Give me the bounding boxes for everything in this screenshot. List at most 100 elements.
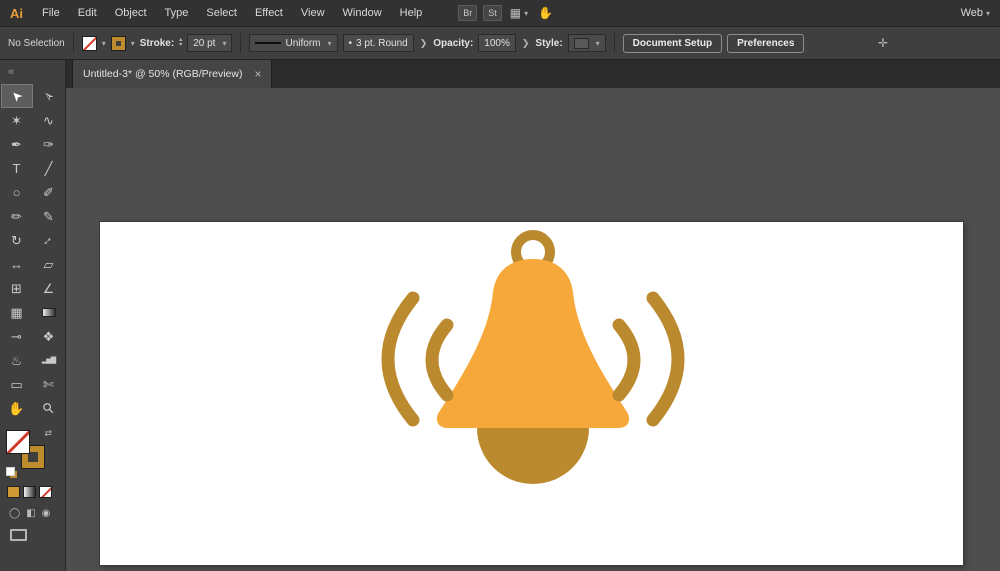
selection-tool-icon: ➤ <box>7 86 26 106</box>
canvas-pasteboard[interactable] <box>66 88 1000 571</box>
opacity-input[interactable]: 100% <box>478 34 516 52</box>
draw-behind-icon[interactable]: ◧ <box>26 508 35 519</box>
swap-fill-stroke-icon[interactable]: ⇄ <box>44 428 52 439</box>
fill-color-swatch[interactable] <box>6 430 30 454</box>
scale-tool[interactable]: ↕ <box>33 228 65 252</box>
gradient-tool[interactable] <box>33 300 65 324</box>
width-profile-dropdown[interactable]: Uniform ▾ <box>249 34 338 52</box>
symbol-sprayer-tool[interactable]: ♨ <box>1 348 33 372</box>
line-segment-tool-icon: ╱ <box>44 160 53 176</box>
menu-help[interactable]: Help <box>391 7 432 19</box>
illustrator-window: Ai File Edit Object Type Select Effect View Win… <box>0 0 1000 571</box>
bell-clapper-shape[interactable] <box>477 428 589 484</box>
mesh-tool[interactable]: ▦ <box>1 300 33 324</box>
ellipse-tool-icon: ○ <box>12 184 21 200</box>
opacity-chevron-icon[interactable]: ❯ <box>522 38 530 49</box>
width-tool[interactable]: ↔ <box>1 252 33 276</box>
pencil-tool[interactable]: ✏ <box>1 204 33 228</box>
menu-view[interactable]: View <box>292 7 334 19</box>
lasso-tool[interactable]: ∿ <box>33 108 65 132</box>
step-down-icon: ▾ <box>179 42 183 48</box>
touch-workspace-icon[interactable]: ✋ <box>538 6 553 20</box>
sound-wave-left-inner-shape[interactable] <box>425 318 454 402</box>
menu-window[interactable]: Window <box>334 7 391 19</box>
paintbrush-tool-icon: ✐ <box>43 184 54 200</box>
style-label: Style: <box>535 37 563 49</box>
artboard[interactable] <box>100 222 963 565</box>
change-screen-mode-button[interactable] <box>10 529 65 541</box>
column-graph-tool[interactable]: ▂▅▇ <box>33 348 65 372</box>
pen-tool[interactable]: ✒ <box>1 132 33 156</box>
chevron-down-icon: ▾ <box>101 38 106 48</box>
type-tool[interactable]: T <box>1 156 33 180</box>
apply-color-buttons <box>7 486 65 498</box>
apply-color-button[interactable] <box>7 486 20 498</box>
sound-wave-right-outer-shape[interactable] <box>646 291 685 427</box>
stroke-weight-stepper[interactable]: ▴ ▾ <box>179 37 183 48</box>
apply-gradient-button[interactable] <box>23 486 36 498</box>
menu-bar: Ai File Edit Object Type Select Effect View Win… <box>0 0 1000 27</box>
default-fill-stroke-icon[interactable] <box>6 467 15 476</box>
close-tab-icon[interactable]: × <box>254 67 261 81</box>
fill-color-dropdown[interactable]: ▾ <box>81 35 106 51</box>
rotate-tool[interactable]: ↻ <box>1 228 33 252</box>
chevron-down-icon: ▾ <box>595 38 600 48</box>
selection-tool[interactable]: ➤ <box>0 84 33 108</box>
menu-edit[interactable]: Edit <box>69 7 106 19</box>
perspective-grid-tool[interactable]: ∠ <box>33 276 65 300</box>
free-transform-tool[interactable]: ▱ <box>33 252 65 276</box>
sound-wave-right-inner-shape[interactable] <box>612 318 641 402</box>
blend-tool[interactable]: ❖ <box>33 324 65 348</box>
ellipse-tool[interactable]: ○ <box>1 180 33 204</box>
menu-select[interactable]: Select <box>197 7 246 19</box>
line-segment-tool[interactable]: ╱ <box>33 156 65 180</box>
paintbrush-tool[interactable]: ✐ <box>33 180 65 204</box>
arrange-documents-button[interactable]: ▦ ▾ <box>510 6 528 20</box>
magic-wand-tool[interactable]: ✶ <box>1 108 33 132</box>
menu-object[interactable]: Object <box>106 7 156 19</box>
preferences-button[interactable]: Preferences <box>727 33 805 53</box>
brush-definition-dropdown[interactable]: • 3 pt. Round <box>342 34 414 52</box>
slice-tool[interactable]: ✄ <box>33 372 65 396</box>
chevron-down-icon: ▾ <box>130 38 135 48</box>
pen-tool-icon: ✒ <box>11 136 22 152</box>
draw-normal-icon[interactable]: ◯ <box>9 508 20 519</box>
document-setup-button[interactable]: Document Setup <box>622 33 723 53</box>
draw-inside-icon[interactable]: ◉ <box>42 508 51 519</box>
menu-type[interactable]: Type <box>156 7 198 19</box>
stroke-color-dropdown[interactable]: ▾ <box>110 35 135 51</box>
tools-panel-collapse[interactable]: « <box>0 60 65 84</box>
touch-workspace-toggle-icon[interactable]: ✛ <box>878 36 888 50</box>
shaper-tool[interactable]: ✎ <box>33 204 65 228</box>
chevron-down-icon: ▾ <box>985 8 990 18</box>
bell-body-shape[interactable] <box>436 259 630 428</box>
chevron-down-icon: ▾ <box>327 38 332 48</box>
sound-wave-left-outer-shape[interactable] <box>381 291 420 427</box>
main-menus: File Edit Object Type Select Effect View Window… <box>33 7 431 19</box>
stock-button[interactable]: St <box>483 5 502 21</box>
curvature-tool-icon: ✑ <box>43 136 54 152</box>
menu-file[interactable]: File <box>33 7 69 19</box>
shape-builder-tool[interactable]: ⊞ <box>1 276 33 300</box>
shaper-tool-icon: ✎ <box>43 208 54 224</box>
artboard-tool[interactable]: ▭ <box>1 372 33 396</box>
brush-chevron-icon[interactable]: ❯ <box>420 38 428 49</box>
fill-stroke-indicator: ⇄ <box>6 428 52 476</box>
workspace-switcher[interactable]: Web ▾ <box>961 7 992 19</box>
hand-tool[interactable]: ✋ <box>1 396 33 420</box>
bridge-button[interactable]: Br <box>458 5 478 21</box>
style-dropdown[interactable]: ▾ <box>567 34 606 52</box>
document-tab[interactable]: Untitled-3* @ 50% (RGB/Preview) × <box>72 60 273 88</box>
tools-grid: ➤ ➢ ✶ ∿ ✒ ✑ T ╱ ○ ✐ ✏ ✎ ↻ ↕ ↔ ▱ ⊞ ∠ ▦ ⊸ ❖ ♨ ▂▅▇ ▭ ✄ ✋ ⚲ <box>0 84 65 420</box>
eyedropper-tool[interactable]: ⊸ <box>1 324 33 348</box>
stroke-weight-input[interactable]: 20 pt ▾ <box>187 34 233 52</box>
menu-effect[interactable]: Effect <box>246 7 292 19</box>
blend-tool-icon: ❖ <box>42 328 55 344</box>
zoom-tool[interactable]: ⚲ <box>33 396 65 420</box>
illustrator-logo[interactable]: Ai <box>10 6 23 21</box>
width-tool-icon: ↔ <box>10 256 23 272</box>
curvature-tool[interactable]: ✑ <box>33 132 65 156</box>
apply-none-button[interactable] <box>39 486 52 498</box>
direct-selection-tool[interactable]: ➢ <box>33 84 65 108</box>
opacity-value: 100% <box>484 37 510 49</box>
